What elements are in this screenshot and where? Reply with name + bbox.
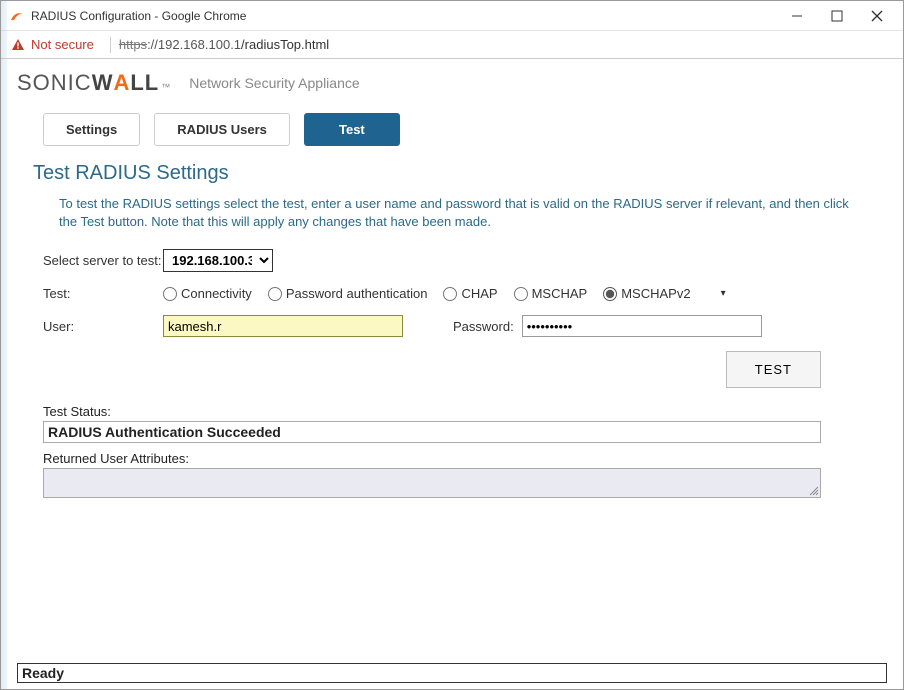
radio-chap-input[interactable] xyxy=(443,287,457,301)
logo-text-d: LL xyxy=(130,70,159,96)
logo-tm: ™ xyxy=(161,82,171,92)
page-content: Settings RADIUS Users Test Test RADIUS S… xyxy=(7,107,897,661)
test-form: Select server to test: 192.168.100.3 Tes… xyxy=(43,249,891,337)
radio-connectivity-input[interactable] xyxy=(163,287,177,301)
radio-mschap-input[interactable] xyxy=(514,287,528,301)
row-server: Select server to test: 192.168.100.3 xyxy=(43,249,891,272)
caret-icon: ▾ xyxy=(721,288,726,299)
tagline: Network Security Appliance xyxy=(189,75,359,91)
sonicwall-logo: SONICWALL™ xyxy=(17,70,171,96)
user-label: User: xyxy=(43,319,163,334)
radio-mschap[interactable]: MSCHAP xyxy=(514,286,588,301)
radio-chap[interactable]: CHAP xyxy=(443,286,497,301)
test-button-wrap: TEST xyxy=(13,351,821,388)
maximize-icon xyxy=(831,10,843,22)
row-test-type: Test: Connectivity Password authenticati… xyxy=(43,286,891,301)
window-title: RADIUS Configuration - Google Chrome xyxy=(31,9,246,23)
server-select[interactable]: 192.168.100.3 xyxy=(163,249,273,272)
returned-attributes-label: Returned User Attributes: xyxy=(43,451,821,466)
radio-group: Connectivity Password authentication CHA… xyxy=(163,286,726,301)
radio-password-auth-input[interactable] xyxy=(268,287,282,301)
test-label: Test: xyxy=(43,286,163,301)
radio-mschapv2[interactable]: MSCHAPv2 xyxy=(603,286,690,301)
radio-connectivity-label: Connectivity xyxy=(181,286,252,301)
password-label: Password: xyxy=(453,319,514,334)
radio-mschapv2-label: MSCHAPv2 xyxy=(621,286,690,301)
radio-mschap-label: MSCHAP xyxy=(532,286,588,301)
radio-chap-label: CHAP xyxy=(461,286,497,301)
page-title: Test RADIUS Settings xyxy=(33,162,891,185)
title-bar: RADIUS Configuration - Google Chrome xyxy=(1,1,903,31)
radio-password-auth[interactable]: Password authentication xyxy=(268,286,428,301)
logo-text-a: SONIC xyxy=(17,70,92,96)
not-secure-label[interactable]: Not secure xyxy=(31,37,94,52)
app-icon xyxy=(9,8,25,24)
radio-connectivity[interactable]: Connectivity xyxy=(163,286,252,301)
radio-mschapv2-input[interactable] xyxy=(603,287,617,301)
minimize-icon xyxy=(791,10,803,22)
tab-radius-users[interactable]: RADIUS Users xyxy=(154,113,290,146)
close-button[interactable] xyxy=(857,2,897,30)
minimize-button[interactable] xyxy=(777,2,817,30)
footer-status-bar: Ready xyxy=(17,663,887,683)
close-icon xyxy=(871,10,883,22)
maximize-button[interactable] xyxy=(817,2,857,30)
resize-handle-icon[interactable] xyxy=(807,484,819,496)
tab-test[interactable]: Test xyxy=(304,113,400,146)
instructions-text: To test the RADIUS settings select the t… xyxy=(59,195,861,231)
returned-attributes-box[interactable] xyxy=(43,468,821,498)
password-input[interactable] xyxy=(522,315,762,337)
url-host: ://192.168.100.1 xyxy=(147,37,241,52)
user-input[interactable] xyxy=(163,315,403,337)
footer-ready: Ready xyxy=(17,664,887,683)
url-scheme: https xyxy=(119,37,147,52)
radio-password-auth-label: Password authentication xyxy=(286,286,428,301)
url-path: /radiusTop.html xyxy=(241,37,329,52)
status-block: Test Status: RADIUS Authentication Succe… xyxy=(43,404,821,498)
tab-bar: Settings RADIUS Users Test xyxy=(43,113,891,146)
page-header: SONICWALL™ Network Security Appliance xyxy=(1,59,903,107)
test-status-value: RADIUS Authentication Succeeded xyxy=(43,421,821,443)
browser-window: RADIUS Configuration - Google Chrome Not… xyxy=(0,0,904,690)
tab-settings[interactable]: Settings xyxy=(43,113,140,146)
warning-icon xyxy=(11,38,25,52)
server-label: Select server to test: xyxy=(43,253,163,268)
logo-text-c: A xyxy=(113,70,130,96)
test-button[interactable]: TEST xyxy=(726,351,821,388)
password-group: Password: xyxy=(403,315,762,337)
address-bar: Not secure https://192.168.100.1/radiusT… xyxy=(1,31,903,59)
test-status-label: Test Status: xyxy=(43,404,821,419)
url-display[interactable]: https://192.168.100.1/radiusTop.html xyxy=(119,37,329,52)
row-credentials: User: Password: xyxy=(43,315,891,337)
address-divider xyxy=(110,37,111,53)
logo-text-b: W xyxy=(92,70,114,96)
